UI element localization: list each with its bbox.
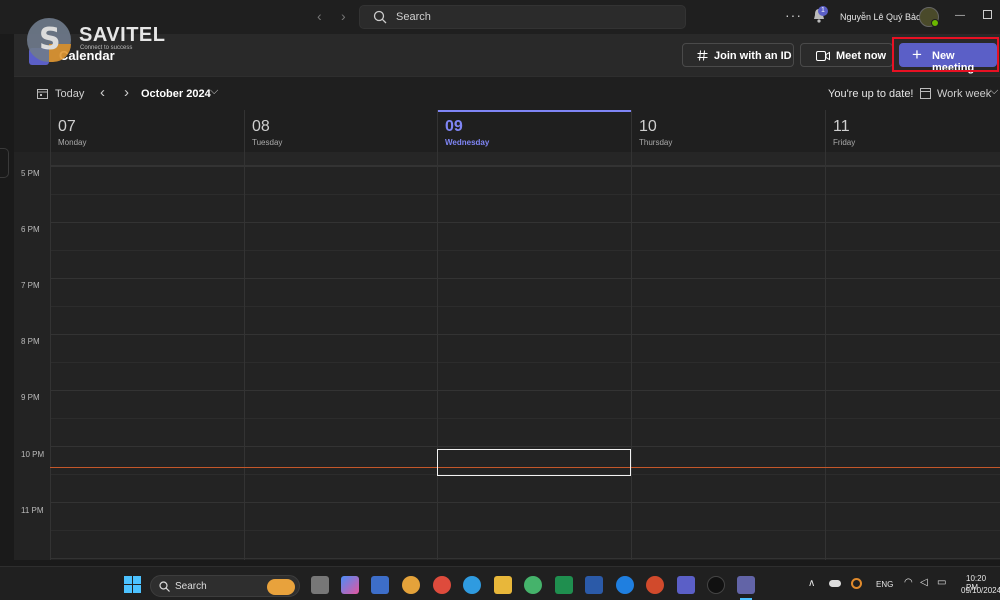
restore-icon[interactable] (983, 10, 992, 19)
powerpoint-icon[interactable] (646, 576, 664, 594)
search-icon (373, 10, 387, 24)
presence-available-icon (931, 19, 939, 27)
time-label: 8 PM (21, 337, 40, 346)
day-number: 11 (833, 118, 850, 135)
time-label: 10 PM (21, 450, 45, 459)
time-label: 9 PM (21, 393, 40, 402)
excel-icon[interactable] (555, 576, 573, 594)
word-icon[interactable] (585, 576, 603, 594)
input-language[interactable]: ENG (876, 580, 893, 589)
day-name: Thursday (639, 138, 673, 147)
more-options-icon[interactable]: ··· (785, 7, 802, 23)
sync-app-icon[interactable] (851, 578, 862, 589)
chrome-beta-icon[interactable] (524, 576, 542, 594)
search-placeholder: Search (396, 11, 431, 23)
join-with-id-button[interactable]: Join with an ID (682, 43, 794, 67)
highlight-box (892, 37, 999, 72)
next-week-icon[interactable]: › (124, 84, 129, 101)
forward-icon[interactable]: › (341, 8, 346, 24)
chevron-down-icon[interactable]: ⌵ (210, 85, 218, 98)
minimize-icon[interactable]: — (955, 10, 965, 21)
day-header-thursday[interactable]: 10 Thursday (631, 110, 825, 152)
meet-now-label: Meet now (836, 50, 887, 62)
view-switcher[interactable]: Work week (937, 88, 991, 100)
day-number: 07 (58, 118, 76, 135)
selected-time-slot[interactable] (437, 449, 631, 476)
taskbar-search-label: Search (175, 581, 207, 592)
task-view-icon[interactable] (311, 576, 329, 594)
day-number: 10 (639, 118, 657, 135)
show-hidden-icons-icon[interactable]: ∧ (808, 578, 815, 589)
onedrive-icon[interactable] (829, 580, 841, 587)
day-name: Tuesday (252, 138, 283, 147)
day-name: Wednesday (445, 138, 490, 147)
today-button[interactable]: Today (55, 88, 84, 100)
chrome-profile-icon[interactable] (433, 576, 451, 594)
windows-start-icon[interactable] (124, 576, 141, 593)
copilot-icon[interactable] (341, 576, 359, 594)
brand-name: SAVITEL (79, 24, 166, 46)
edge-icon[interactable] (463, 576, 481, 594)
view-chevron-down-icon[interactable]: ⌵ (990, 85, 998, 98)
calendar-grid[interactable]: 5 PM 6 PM 7 PM 8 PM 9 PM 10 PM 11 PM (14, 152, 1000, 560)
clock-date[interactable]: 09/10/2024 (961, 586, 1000, 595)
user-name[interactable]: Nguyễn Lê Quý Bảo (840, 12, 921, 22)
day-number: 08 (252, 118, 270, 135)
zalo-icon[interactable] (616, 576, 634, 594)
search-icon (159, 581, 170, 592)
previous-week-icon[interactable]: ‹ (100, 84, 105, 101)
video-camera-icon (816, 51, 830, 61)
teams-active-icon[interactable] (737, 576, 755, 594)
sync-status: You're up to date! (828, 88, 914, 100)
time-label: 11 PM (21, 506, 44, 515)
month-picker[interactable]: October 2024 (141, 88, 211, 100)
join-with-id-label: Join with an ID (714, 50, 792, 62)
today-indicator (438, 110, 631, 112)
hash-icon (697, 50, 708, 61)
photos-icon[interactable] (371, 576, 389, 594)
brand-slogan: Connect to success (80, 45, 133, 51)
battery-icon[interactable]: ▭ (937, 577, 946, 588)
day-header-wednesday[interactable]: 09 Wednesday (437, 110, 631, 152)
time-label: 7 PM (21, 281, 40, 290)
day-name: Monday (58, 138, 87, 147)
calendar-toolbar: Today ‹ › October 2024 ⌵ You're up to da… (14, 76, 1000, 110)
teams-icon[interactable] (677, 576, 695, 594)
sidebar-toggle[interactable] (0, 148, 9, 178)
day-name: Friday (833, 138, 856, 147)
chrome-icon[interactable] (402, 576, 420, 594)
view-icon (920, 88, 931, 99)
tiktok-icon[interactable] (707, 576, 725, 594)
day-header-row: 07 Monday 08 Tuesday 09 Wednesday 10 Thu… (14, 110, 1000, 152)
all-day-row[interactable] (50, 152, 1000, 166)
search-highlight-icon (267, 579, 295, 595)
back-icon[interactable]: ‹ (317, 8, 322, 24)
day-number: 09 (445, 118, 463, 135)
taskbar-search[interactable]: Search (150, 575, 300, 597)
calendar-today-icon (37, 89, 48, 99)
notification-badge: 1 (818, 6, 828, 16)
volume-icon[interactable]: ◁ (920, 577, 928, 588)
wifi-icon[interactable]: ◠ (904, 577, 913, 588)
taskbar: Search ∧ ENG ◠ ◁ ▭ 10:20 PM 09/10/2024 (0, 566, 1000, 600)
meet-now-button[interactable]: Meet now (800, 43, 893, 67)
time-label: 6 PM (21, 225, 40, 234)
savitel-logo: S (27, 18, 71, 62)
day-header-monday[interactable]: 07 Monday (50, 110, 244, 152)
file-explorer-icon[interactable] (494, 576, 512, 594)
search-box[interactable]: Search (359, 5, 686, 29)
day-header-tuesday[interactable]: 08 Tuesday (244, 110, 437, 152)
day-header-friday[interactable]: 11 Friday (825, 110, 1000, 152)
time-label: 5 PM (21, 169, 40, 178)
